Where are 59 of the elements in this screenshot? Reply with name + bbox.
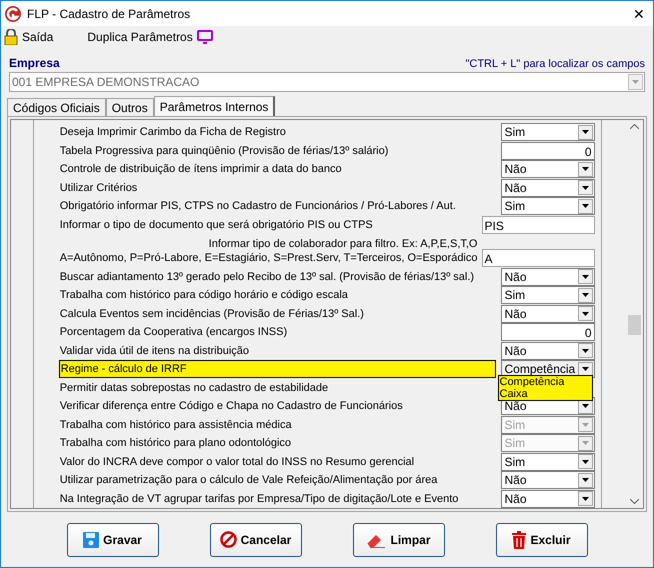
- number-field[interactable]: 0: [500, 142, 594, 160]
- scroll-up-icon[interactable]: [630, 124, 640, 129]
- dropdown[interactable]: Não: [500, 471, 594, 490]
- parameter-label: Tabela Progressiva para quinqüênio (Provisão de férias/13º salário): [58, 144, 390, 159]
- number-field[interactable]: 0: [500, 323, 594, 342]
- dropdown[interactable]: Sim: [500, 123, 594, 142]
- parameter-label: Buscar adiantamento 13º gerado pelo Recibo de 13º sal. (Provisão de férias/13º sal.): [58, 270, 476, 285]
- dropdown[interactable]: Não: [500, 490, 594, 508]
- menu-item[interactable]: Saída: [4, 28, 54, 46]
- dropdown[interactable]: Não: [500, 268, 594, 286]
- dropdown-option[interactable]: Competência: [498, 376, 592, 388]
- parameter-label: Permitir datas sobrepostas no cadastro de estabilidade: [58, 380, 330, 396]
- parameter-label: Trabalha com histórico para plano odontológico: [58, 436, 292, 452]
- tab[interactable]: Outros: [106, 98, 154, 116]
- dropdown[interactable]: Não: [500, 342, 594, 360]
- window-title: FLP - Cadastro de Parâmetros: [27, 6, 190, 22]
- action-button[interactable]: Cancelar: [210, 522, 302, 556]
- tab[interactable]: Códigos Oficiais: [7, 98, 106, 116]
- dropdown[interactable]: Não: [500, 178, 594, 197]
- parameter-label: Utilizar Critérios: [58, 180, 138, 196]
- dropdown[interactable]: Não: [500, 304, 594, 323]
- parameter-label: Informar tipo de colaborador para filtro. Ex: A,P,E,S,T,O A=Autônomo, P=Pró-Labore, E=Estagiário, S=Prest.Serv, T=Terceiros, O=Esporádico: [58, 237, 478, 266]
- parameter-label: Obrigatório informar PIS, CTPS no Cadastro de Funcionários / Pró-Labores / Aut.: [58, 199, 457, 214]
- monitor-icon: [196, 30, 213, 44]
- dropdown[interactable]: Sim: [500, 452, 594, 471]
- parameter-label: Valor do INCRA deve compor o valor total do INSS no Resumo gerencial: [58, 454, 416, 470]
- parameter-label: Trabalha com histórico para assistência médica: [58, 418, 293, 433]
- field-label: Empresa: [9, 55, 60, 72]
- dropdown[interactable]: Sim: [500, 197, 594, 216]
- scrollbar-thumb[interactable]: [628, 315, 642, 335]
- app-logo-icon: [5, 6, 21, 22]
- parameter-label: Regime - cálculo de IRRF: [58, 360, 496, 378]
- tab[interactable]: Parâmetros Internos: [154, 96, 276, 116]
- action-button[interactable]: Excluir: [496, 522, 588, 556]
- parameter-label: Porcentagem da Cooperativa (encargos INSS): [58, 325, 288, 340]
- company-dropdown[interactable]: 001 EMPRESA DEMONSTRACAO: [9, 72, 645, 92]
- parameter-label: Informar o tipo de documento que será obrigatório PIS ou CTPS: [58, 218, 374, 233]
- hint-text: "CTRL + L" para localizar os campos: [465, 56, 645, 72]
- menu-item[interactable]: Duplica Parâmetros: [87, 28, 213, 46]
- scroll-down-icon[interactable]: [630, 499, 640, 504]
- parameter-label: Trabalha com histórico para código horário e código escala: [58, 288, 349, 304]
- parameter-label: Na Integração de VT agrupar tarifas por Empresa/Tipo de digitação/Lote e Evento: [58, 492, 460, 507]
- parameter-label: Utilizar parametrização para o cálculo de Vale Refeição/Alimentação por área: [58, 473, 438, 488]
- dropdown[interactable]: Sim: [500, 286, 594, 304]
- parameter-label: Validar vida útil de itens na distribuição: [58, 344, 250, 359]
- dropdown[interactable]: Não: [500, 160, 594, 178]
- text-field[interactable]: A: [482, 249, 594, 268]
- parameter-label: Calcula Eventos sem incidências (Provisão de Férias/13º Sal.): [58, 306, 365, 322]
- text-field[interactable]: PIS: [482, 216, 594, 234]
- lock-icon: [4, 29, 18, 45]
- close-button[interactable]: ✕: [633, 6, 645, 20]
- trash-icon: [512, 530, 526, 548]
- parameter-label: Deseja Imprimir Carimbo da Ficha de Registro: [58, 125, 287, 140]
- action-button[interactable]: Gravar: [66, 522, 158, 556]
- parameter-label: Verificar diferença entre Código e Chapa no Cadastro de Funcionários: [58, 399, 404, 414]
- no-entry-icon: [220, 531, 237, 548]
- parameter-label: Controle de distribuição de ítens imprimir a data do banco: [58, 162, 343, 178]
- action-button[interactable]: Limpar: [352, 522, 444, 556]
- dropdown-option[interactable]: Caixa: [498, 388, 592, 400]
